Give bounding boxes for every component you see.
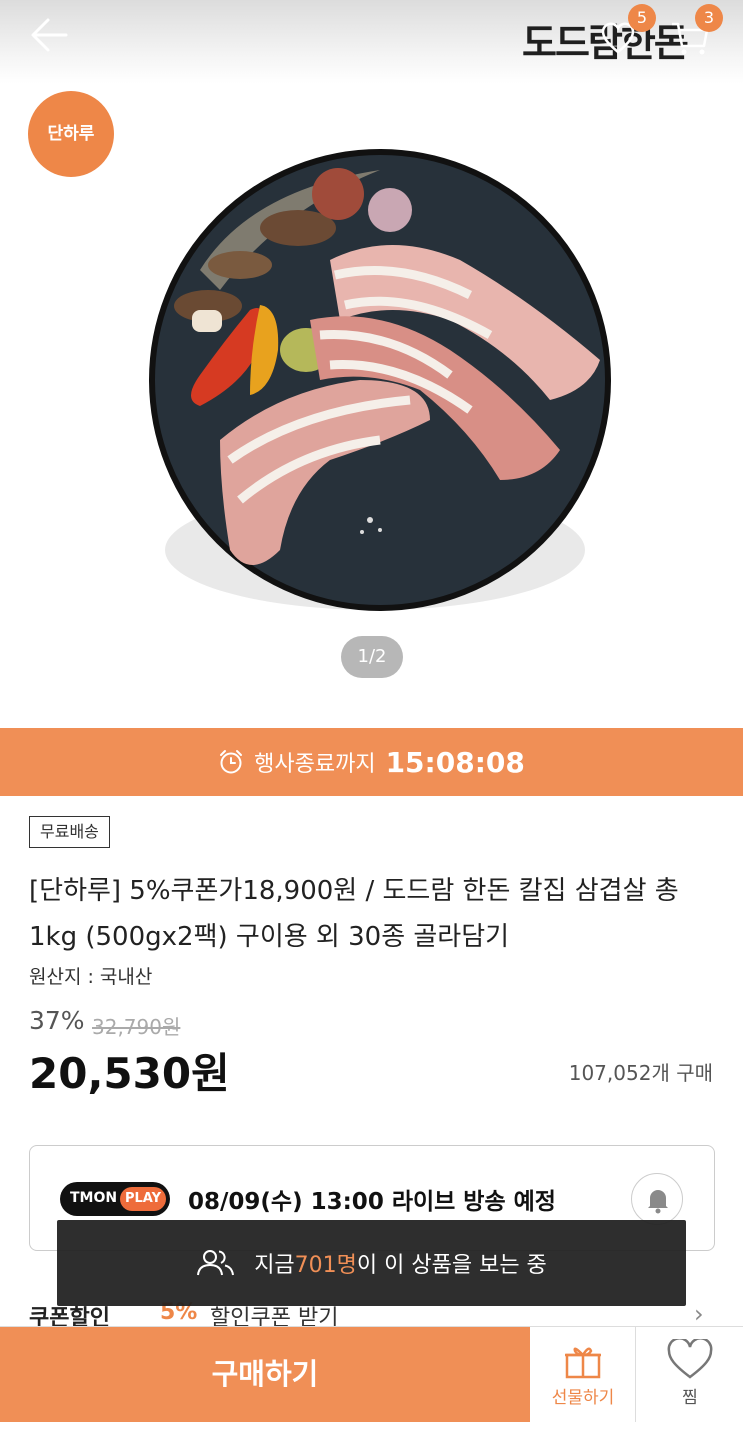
like-button[interactable]: 찜 bbox=[637, 1327, 743, 1422]
viewer-count: 701명 bbox=[294, 1253, 357, 1278]
product-title: [단하루] 5%쿠폰가18,900원 / 도드람 한돈 칼집 삼겹살 총1kg … bbox=[29, 876, 679, 952]
home-indicator-area bbox=[0, 1422, 743, 1432]
buy-button[interactable]: 구매하기 bbox=[0, 1327, 530, 1422]
timer-label: 행사종료까지 bbox=[254, 752, 376, 777]
gift-button[interactable]: 선물하기 bbox=[530, 1327, 636, 1422]
product-origin: 원산지 : 국내산 bbox=[29, 966, 153, 988]
toast-prefix: 지금 bbox=[254, 1253, 295, 1278]
bottom-action-bar: 구매하기 선물하기 찜 bbox=[0, 1326, 743, 1422]
chevron-right-icon[interactable]: › bbox=[694, 1300, 704, 1328]
toast-suffix: 이 이 상품을 보는 중 bbox=[356, 1253, 547, 1278]
people-icon bbox=[197, 1250, 235, 1276]
sale-price: 20,530원 bbox=[29, 1049, 230, 1098]
original-price: 32,790원 bbox=[92, 1015, 181, 1039]
notify-button[interactable] bbox=[631, 1173, 683, 1225]
bell-icon bbox=[648, 1190, 668, 1214]
tmon-play-logo: TMON PLAY bbox=[60, 1182, 170, 1216]
purchase-count: 107,052개 구매 bbox=[568, 1061, 713, 1085]
top-bar: 도드람한돈 5 3 bbox=[0, 0, 743, 84]
day-deal-badge: 단하루 bbox=[28, 91, 114, 177]
free-shipping-tag: 무료배송 bbox=[29, 816, 110, 848]
gift-icon bbox=[565, 1347, 601, 1379]
discount-rate: 37% bbox=[29, 1006, 85, 1035]
timer-countdown: 15:08:08 bbox=[385, 745, 525, 779]
product-image bbox=[149, 149, 611, 611]
back-button[interactable] bbox=[26, 14, 72, 56]
cart-count-badge: 3 bbox=[695, 4, 723, 32]
deal-timer-bar: 행사종료까지 15:08:08 bbox=[0, 728, 743, 796]
live-schedule-text: 08/09(수) 13:00 라이브 방송 예정 bbox=[188, 1189, 556, 1215]
image-pager: 1/2 bbox=[341, 636, 403, 678]
back-arrow-icon bbox=[31, 18, 68, 52]
alarm-clock-icon bbox=[220, 750, 243, 774]
heart-icon bbox=[667, 1339, 713, 1379]
wishlist-count-badge: 5 bbox=[628, 4, 656, 32]
viewers-toast: 지금 701명 이 이 상품을 보는 중 bbox=[57, 1220, 686, 1306]
